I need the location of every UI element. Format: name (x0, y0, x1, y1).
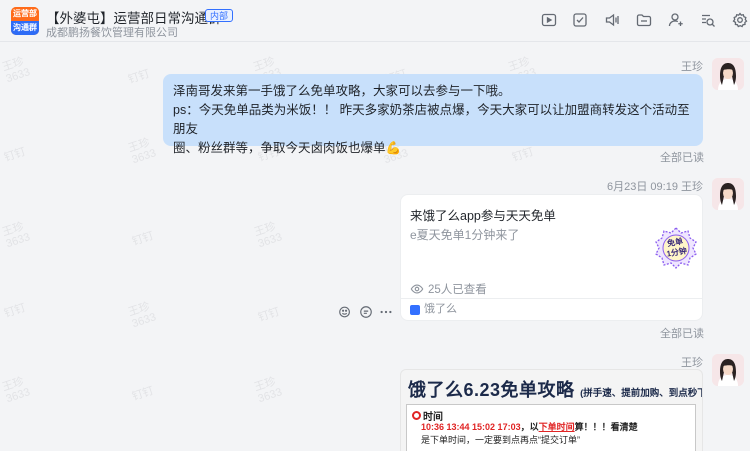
card-source[interactable]: 饿了么 (401, 298, 702, 320)
link-card[interactable]: 来饿了么app参与天天免单 e夏天免单1分钟来了 免单 1分钟 25人已查看 饿了… (400, 194, 703, 321)
poster-text-line: 是下单时间，一定要到点再点“提交订单” (421, 435, 580, 445)
poster-time-line: 10:36 13:44 15:02 17:03，以下单时间算！！！看清楚 (421, 422, 638, 432)
reply-icon[interactable] (357, 303, 375, 321)
folder-icon[interactable] (636, 12, 652, 28)
settings-icon[interactable] (732, 12, 748, 28)
more-options-icon[interactable] (377, 303, 395, 321)
image-message[interactable]: 饿了么6.23免单攻略 (拼手速、提前加购、到点秒下) 时间 10:36 13:… (400, 369, 703, 451)
message-text-line: 圈、粉丝群等，争取今天卤肉饭也爆单💪 (173, 141, 402, 155)
watermark: 王珍3633 (252, 220, 284, 251)
watermark: 王珍3633 (252, 375, 284, 406)
watermark: 钉钉 (130, 229, 156, 249)
read-status[interactable]: 全部已读 (660, 149, 704, 165)
watermark: 钉钉 (130, 384, 156, 404)
poster-title: 饿了么6.23免单攻略 (拼手速、提前加购、到点秒下) (408, 380, 703, 400)
user-avatar[interactable] (712, 178, 744, 210)
watermark: 钉钉 (126, 67, 152, 87)
company-name: 成都鹏扬餐饮管理有限公司 (46, 27, 178, 39)
eleme-app-icon (410, 304, 420, 315)
sender-name: 王珍 (681, 61, 703, 73)
message-bubble[interactable]: 泽南哥发来第一手饿了么免单攻略，大家可以去参与一下哦。 ps：今天免单品类为米饭… (163, 74, 703, 155)
message-list[interactable]: 王珍3633 钉钉 王珍3633 钉钉 王珍3633 钉钉 王珍3633 钉钉 … (0, 43, 750, 451)
sender-name: 王珍 (681, 357, 703, 369)
watermark: 钉钉 (2, 301, 28, 321)
watermark: 王珍3633 (126, 300, 158, 331)
card-title: 来饿了么app参与天天免单 (410, 209, 556, 223)
add-member-icon[interactable] (668, 12, 684, 28)
screen-share-icon[interactable] (541, 12, 557, 28)
poster-content: 时间 10:36 13:44 15:02 17:03，以下单时间算！！！看清楚 … (406, 404, 696, 451)
user-avatar[interactable] (712, 58, 744, 90)
watermark: 王珍3633 (0, 55, 32, 86)
chat-header: 运营部 沟通群 【外婆屯】运营部日常沟通群 内部 成都鹏扬餐饮管理有限公司 (0, 0, 750, 42)
watermark: 王珍3633 (0, 375, 32, 406)
watermark: 王珍3633 (0, 220, 32, 251)
card-description: e夏天免单1分钟来了 (410, 228, 520, 242)
read-status[interactable]: 全部已读 (660, 325, 704, 341)
watermark: 王珍3633 (126, 136, 158, 167)
group-avatar[interactable]: 运营部 沟通群 (11, 7, 39, 35)
message-meta: 6月23日 09:19 王珍 (607, 181, 703, 193)
internal-badge: 内部 (205, 9, 234, 22)
group-avatar-top-text: 运营部 (11, 7, 39, 21)
group-avatar-bottom-text: 沟通群 (11, 21, 39, 35)
circle-bullet-icon (412, 411, 421, 420)
message-text-line: 泽南哥发来第一手饿了么免单攻略，大家可以去参与一下哦。 (173, 84, 511, 98)
todo-check-icon[interactable] (572, 12, 588, 28)
announcement-icon[interactable] (604, 12, 620, 28)
eye-icon (410, 284, 424, 294)
view-count[interactable]: 25人已查看 (410, 281, 487, 297)
search-chat-icon[interactable] (700, 12, 716, 28)
emoji-reaction-icon[interactable] (336, 303, 354, 321)
watermark: 钉钉 (256, 305, 282, 325)
flexed-arm-emoji: 💪 (385, 141, 402, 155)
watermark: 钉钉 (2, 145, 28, 165)
message-text-line: ps：今天免单品类为米饭！！ 昨天多家奶茶店被点爆，今天大家可以让加盟商转发这个… (173, 103, 690, 136)
user-avatar[interactable] (712, 354, 744, 386)
free-order-stamp-icon: 免单 1分钟 (655, 227, 697, 269)
